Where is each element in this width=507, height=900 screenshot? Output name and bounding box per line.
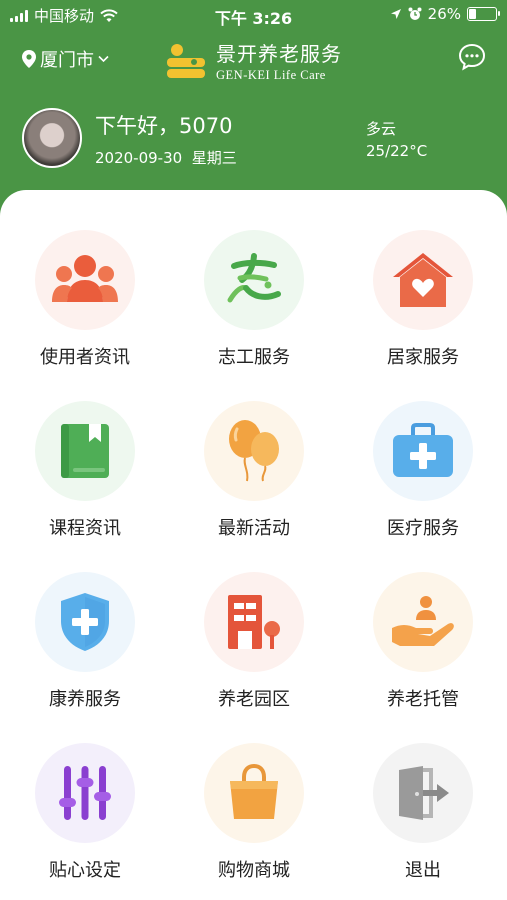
app-logo: 景开养老服务 GEN-KEI Life Care — [164, 38, 342, 83]
menu-label: 居家服务 — [387, 347, 459, 368]
menu-item-volunteer[interactable]: 志工服务 — [169, 230, 339, 390]
sliders-icon — [59, 766, 111, 820]
menu-icon-bg — [204, 743, 304, 843]
greeting-text: 下午好，5070 — [95, 114, 233, 138]
chevron-down-icon — [98, 55, 109, 63]
medical-kit-icon — [393, 423, 453, 477]
logo-mark-icon — [167, 43, 205, 78]
menu-item-shopping-mall[interactable]: 购物商城 — [169, 743, 339, 900]
menu-icon-bg — [373, 572, 473, 672]
date-text: 2020-09-30 — [95, 149, 183, 167]
menu-item-medical[interactable]: 医疗服务 — [338, 401, 507, 561]
status-bar: 中国移动 下午 3:26 26% — [0, 0, 507, 30]
balloons-icon — [229, 420, 279, 482]
alarm-icon — [408, 7, 422, 20]
shield-plus-icon — [61, 593, 109, 651]
menu-card: 使用者资讯 志工服务 居家服务 课程资讯 最新活动 医疗服务 康养服务 养老园区… — [0, 190, 507, 900]
logo-title-cn: 景开养老服务 — [216, 42, 342, 66]
book-icon — [61, 424, 109, 478]
building-icon — [228, 595, 280, 649]
logo-title-en: GEN-KEI Life Care — [216, 68, 326, 82]
location-arrow-icon — [390, 9, 401, 19]
location-pin-icon — [22, 50, 36, 68]
message-icon[interactable] — [457, 42, 487, 72]
menu-icon-bg — [373, 743, 473, 843]
menu-label: 最新活动 — [218, 518, 290, 539]
menu-label: 康养服务 — [49, 689, 121, 710]
weather-temperature: 25/22°C — [366, 142, 428, 160]
date-line: 2020-09-30 星期三 — [95, 147, 237, 168]
menu-label: 购物商城 — [218, 860, 290, 881]
app-screen: 中国移动 下午 3:26 26% 厦门市 景开养老服务 GEN-KEI Life… — [0, 0, 507, 900]
menu-item-course-info[interactable]: 课程资讯 — [0, 401, 170, 561]
users-icon — [52, 255, 118, 302]
city-label: 厦门市 — [40, 50, 94, 71]
logo-text: 景开养老服务 GEN-KEI Life Care — [216, 38, 342, 83]
menu-label: 课程资讯 — [49, 518, 121, 539]
menu-item-elderly-park[interactable]: 养老园区 — [169, 572, 339, 732]
shopping-bag-icon — [230, 763, 278, 819]
menu-item-logout[interactable]: 退出 — [338, 743, 507, 900]
menu-icon-bg — [204, 230, 304, 330]
avatar[interactable] — [22, 108, 82, 168]
battery-percent: 26% — [427, 5, 461, 23]
menu-icon-bg — [204, 401, 304, 501]
menu-item-user-info[interactable]: 使用者资讯 — [0, 230, 170, 390]
menu-item-latest-events[interactable]: 最新活动 — [169, 401, 339, 561]
menu-label: 养老园区 — [218, 689, 290, 710]
menu-label: 志工服务 — [218, 347, 290, 368]
weather-info: 多云 25/22°C — [366, 118, 427, 162]
header-background — [0, 0, 507, 220]
weather-condition: 多云 — [366, 120, 397, 138]
menu-item-elderly-care[interactable]: 养老托管 — [338, 572, 507, 732]
title-bar: 厦门市 景开养老服务 GEN-KEI Life Care — [0, 36, 507, 83]
menu-label: 贴心设定 — [49, 860, 121, 881]
home-heart-icon — [393, 253, 453, 307]
menu-label: 使用者资讯 — [40, 347, 130, 368]
menu-item-home-service[interactable]: 居家服务 — [338, 230, 507, 390]
menu-item-wellness[interactable]: 康养服务 — [0, 572, 170, 732]
menu-icon-bg — [373, 401, 473, 501]
battery-fill — [469, 9, 476, 19]
weekday-text: 星期三 — [191, 149, 237, 167]
menu-icon-bg — [35, 572, 135, 672]
menu-icon-bg — [373, 230, 473, 330]
care-hand-icon — [392, 596, 454, 646]
menu-icon-bg — [35, 743, 135, 843]
menu-label: 医疗服务 — [387, 518, 459, 539]
battery-icon — [467, 7, 500, 21]
city-selector[interactable]: 厦门市 — [22, 46, 109, 72]
status-right: 26% — [390, 5, 500, 23]
menu-icon-bg — [35, 401, 135, 501]
volunteer-icon — [227, 253, 281, 303]
menu-icon-bg — [35, 230, 135, 330]
menu-item-settings[interactable]: 贴心设定 — [0, 743, 170, 900]
menu-icon-bg — [204, 572, 304, 672]
menu-label: 退出 — [405, 860, 441, 881]
exit-door-icon — [399, 766, 449, 820]
menu-label: 养老托管 — [387, 689, 459, 710]
